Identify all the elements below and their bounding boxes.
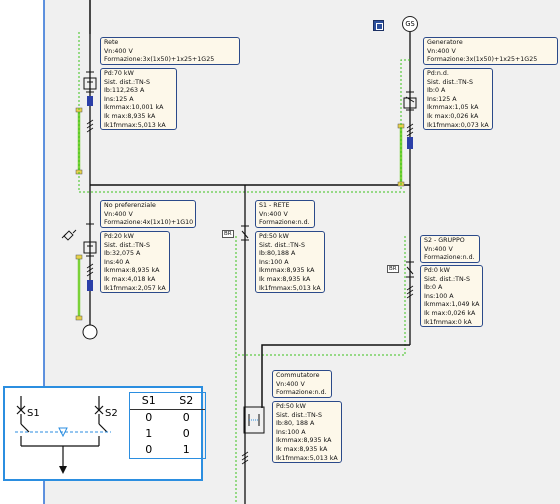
generatore-ik1f: Ik1fmmax:0,073 kA [427, 121, 489, 129]
generatore-ib: Ib:0 A [427, 87, 446, 95]
comm-ikmmax: Ikmmax:8,935 kA [276, 437, 332, 445]
table-cell: 0 [145, 443, 153, 456]
s2-pd: Pd:0 kW [424, 267, 450, 274]
comm-ib: Ib:80, 188 A [276, 420, 315, 428]
s2-ik1f: Ik1fmmax:0 kA [424, 318, 472, 326]
table-cell: 0 [182, 411, 190, 424]
rete-sist: Sist. dist.:TN-S [104, 78, 150, 86]
table-row: 1 0 [130, 426, 205, 442]
comm-ik1f: Ik1fmmax:5,013 kA [276, 454, 338, 462]
schematic-canvas[interactable]: GS BR BR Rete Vn:400 V Formazione:3x(1x5… [0, 0, 560, 504]
s2-sist: Sist. dist.:TN-S [424, 275, 470, 283]
nopref-fuse [87, 280, 93, 291]
comm-info-box[interactable]: Commutatore Vn:400 V Formazione:n.d. [272, 370, 332, 398]
s2-name: S2 - GRUPPO [424, 237, 465, 244]
s2-ib: Ib:0 A [424, 284, 443, 292]
comm-name: Commutatore [276, 372, 320, 379]
s1-ikmmax: Ikmmax:8,935 kA [259, 267, 315, 275]
s1-ib: Ib:80,188 A [259, 250, 296, 258]
generatore-pd: Pd:n.d. [427, 70, 449, 77]
comm-sist: Sist. dist.:TN-S [276, 411, 322, 419]
table-row: 0 1 [130, 442, 205, 458]
nopref-ikmmax: Ikmmax:8,935 kA [104, 267, 160, 275]
comm-formazione: Formazione:n.d. [276, 389, 327, 397]
table-cell: 1 [182, 443, 190, 456]
rete-formazione: Formazione:3x(1x50)+1x25+1G25 [104, 56, 215, 64]
comm-vn: Vn:400 V [276, 380, 305, 388]
comm-ins: Ins:100 A [276, 428, 306, 436]
nopref-pd: Pd:20 kW [104, 233, 134, 240]
s2-tag-label: BR [387, 265, 399, 273]
comm-pd: Pd:50 kW [276, 403, 306, 410]
rete-ib: Ib:112,263 A [104, 87, 145, 95]
nopref-ib: Ib:32,075 A [104, 250, 141, 258]
rete-ikmmax: Ikmmax:10,001 kA [104, 104, 164, 112]
nopref-sist: Sist. dist.:TN-S [104, 241, 150, 249]
switch-state-table: S1 S2 0 0 1 0 0 1 [129, 392, 206, 459]
legend-s2-label: S2 [105, 408, 118, 419]
generatore-formazione: Formazione:3x(1x50)+1x25+1G25 [427, 56, 538, 64]
s1-calc-box[interactable]: Pd:50 kW Sist. dist.:TN-S Ib:80,188 A In… [255, 231, 325, 293]
table-cell: 1 [145, 427, 153, 440]
s1-ins: Ins:100 A [259, 258, 289, 266]
s2-vn: Vn:400 V [424, 245, 453, 253]
switch-logic-legend[interactable]: S1 S2 S1 S2 0 0 1 0 0 1 [3, 386, 206, 481]
nopref-load-circle [82, 324, 98, 340]
rete-calc-box[interactable]: Pd:70 kW Sist. dist.:TN-S Ib:112,263 A I… [100, 68, 177, 130]
s1-ik1f: Ik1fmmax:5,013 kA [259, 284, 321, 292]
table-cell: 0 [182, 427, 190, 440]
comm-ikmax: Ik max:8,935 kA [276, 445, 328, 453]
s1-ikmax: Ik max:8,935 kA [259, 275, 311, 283]
rete-info-box[interactable]: Rete Vn:400 V Formazione:3x(1x50)+1x25+1… [100, 37, 240, 65]
generatore-ikmax: Ik max:0,026 kA [427, 112, 479, 120]
s2-ikmmax: Ikmmax:1,049 kA [424, 301, 480, 309]
nopref-vn: Vn:400 V [104, 210, 133, 218]
generator-gs-symbol: GS [402, 16, 418, 32]
nopref-info-box[interactable]: No preferenziale Vn:400 V Formazione:4x(… [100, 200, 196, 228]
nopref-calc-box[interactable]: Pd:20 kW Sist. dist.:TN-S Ib:32,075 A In… [100, 231, 170, 293]
rete-vn: Vn:400 V [104, 47, 133, 55]
s1-pd: Pd:50 kW [259, 233, 289, 240]
generatore-ikmmax: Ikmmax:1,05 kA [427, 104, 479, 112]
nopref-name: No preferenziale [104, 202, 156, 209]
generatore-vn: Vn:400 V [427, 47, 456, 55]
generatore-info-box[interactable]: Generatore Vn:400 V Formazione:3x(1x50)+… [423, 37, 558, 65]
switch-logic-diagram [15, 396, 111, 474]
table-cell: 0 [145, 411, 153, 424]
s2-formazione: Formazione:n.d. [424, 254, 475, 262]
nopref-ins: Ins:40 A [104, 258, 130, 266]
table-header-s2: S2 [179, 394, 194, 407]
s2-calc-box[interactable]: Pd:0 kW Sist. dist.:TN-S Ib:0 A Ins:100 … [420, 265, 483, 327]
generatore-ins: Ins:125 A [427, 95, 457, 103]
table-header-s1: S1 [141, 394, 156, 407]
s1-info-box[interactable]: S1 - RETE Vn:400 V Formazione:n.d. [255, 200, 315, 228]
comm-calc-box[interactable]: Pd:50 kW Sist. dist.:TN-S Ib:80, 188 A I… [272, 401, 342, 463]
rete-ik1f: Ik1fmmax:5,013 kA [104, 121, 166, 129]
rete-ikmax: Ik max:8,935 kA [104, 112, 156, 120]
generator-settings-icon[interactable] [373, 20, 384, 31]
s2-ikmax: Ik max:0,026 kA [424, 309, 476, 317]
rete-name: Rete [104, 39, 119, 46]
s1-vn: Vn:400 V [259, 210, 288, 218]
s1-tag-label: BR [222, 230, 234, 238]
table-header-row: S1 S2 [130, 393, 205, 410]
generatore-sist: Sist. dist.:TN-S [427, 78, 473, 86]
generatore-fuse [407, 137, 413, 149]
nopref-formazione: Formazione:4x(1x10)+1G10 [104, 219, 194, 227]
s1-sist: Sist. dist.:TN-S [259, 241, 305, 249]
s1-name: S1 - RETE [259, 202, 290, 209]
table-row: 0 0 [130, 410, 205, 426]
nopref-ikmax: Ik max:4,018 kA [104, 275, 156, 283]
generatore-calc-box[interactable]: Pd:n.d. Sist. dist.:TN-S Ib:0 A Ins:125 … [423, 68, 493, 130]
s2-ins: Ins:100 A [424, 292, 454, 300]
rete-pd: Pd:70 kW [104, 70, 134, 77]
generatore-name: Generatore [427, 39, 463, 46]
legend-s1-label: S1 [27, 408, 40, 419]
nopref-ik1f: Ik1fmmax:2,057 kA [104, 284, 166, 292]
rete-ins: Ins:125 A [104, 95, 134, 103]
s2-info-box[interactable]: S2 - GRUPPO Vn:400 V Formazione:n.d. [420, 235, 480, 263]
rete-fuse [87, 96, 93, 106]
s1-formazione: Formazione:n.d. [259, 219, 310, 227]
